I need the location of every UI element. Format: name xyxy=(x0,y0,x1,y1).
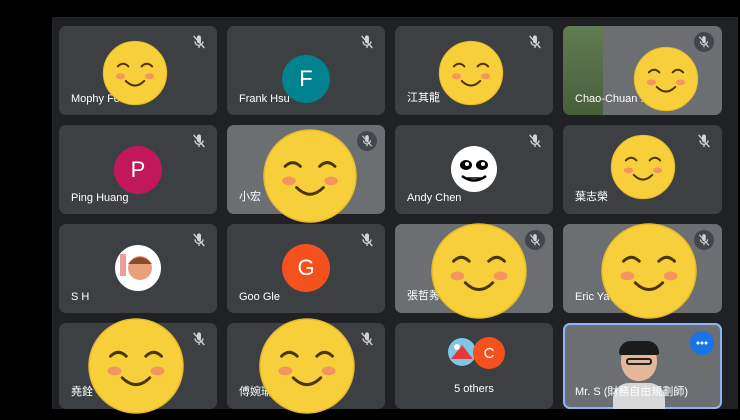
avatar-initial: F xyxy=(299,66,313,91)
mic-off-icon xyxy=(527,133,543,149)
more-options-button[interactable] xyxy=(690,331,714,355)
smiley-sticker xyxy=(87,317,185,415)
mic-off-icon xyxy=(191,232,207,248)
participant-name: S H xyxy=(71,291,90,303)
participant-name: Goo Gle xyxy=(239,291,280,303)
smiley-sticker xyxy=(262,128,358,224)
participant-tile[interactable]: S H xyxy=(59,224,217,313)
mic-off-icon xyxy=(696,133,712,149)
participant-name: 小宏 xyxy=(239,191,261,203)
participant-name: 葉志榮 xyxy=(575,191,608,203)
mic-off-icon xyxy=(694,230,714,250)
mic-off-icon xyxy=(359,34,375,50)
smiley-sticker xyxy=(600,222,698,320)
avatar-initial: P xyxy=(130,157,146,182)
others-tile[interactable]: C 5 others xyxy=(395,323,553,409)
meme-face-avatar xyxy=(451,146,497,192)
participant-tile[interactable]: P Ping Huang xyxy=(59,125,217,214)
cartoon-avatar xyxy=(115,245,161,291)
smiley-sticker xyxy=(430,222,528,320)
avatar-initial: C xyxy=(483,344,495,362)
mic-off-icon xyxy=(525,230,545,250)
participant-name: Frank Hsu xyxy=(239,93,290,105)
mic-off-icon xyxy=(359,331,375,347)
participant-tile[interactable]: F Frank Hsu xyxy=(227,26,385,115)
participant-tile[interactable]: Andy Chen xyxy=(395,125,553,214)
mic-off-icon xyxy=(191,331,207,347)
others-count-label: 5 others xyxy=(454,383,494,395)
avatar: C xyxy=(473,337,505,369)
smiley-sticker xyxy=(438,40,504,106)
participant-tile[interactable]: G Goo Gle xyxy=(227,224,385,313)
smiley-sticker xyxy=(102,40,168,106)
participant-name: Mr. S (財務自由規劃師) xyxy=(575,386,689,398)
participant-name: 堯銓 xyxy=(71,386,93,398)
mic-off-icon xyxy=(694,32,714,52)
mic-off-icon xyxy=(527,34,543,50)
participant-name: Andy Chen xyxy=(407,192,462,204)
mic-off-icon xyxy=(359,232,375,248)
participant-name: 江其龍 xyxy=(407,92,440,104)
avatar-initial: G xyxy=(297,255,315,280)
participant-name: Ping Huang xyxy=(71,192,129,204)
more-options-icon xyxy=(696,341,708,345)
smiley-sticker xyxy=(633,46,699,112)
mic-off-icon xyxy=(191,34,207,50)
avatar: G xyxy=(282,244,330,292)
smiley-sticker xyxy=(610,134,676,200)
participant-tile[interactable]: Mr. S (財務自由規劃師) xyxy=(563,323,722,409)
mic-off-icon xyxy=(191,133,207,149)
avatar: P xyxy=(114,146,162,194)
mic-off-icon xyxy=(357,131,377,151)
smiley-sticker xyxy=(258,317,356,415)
